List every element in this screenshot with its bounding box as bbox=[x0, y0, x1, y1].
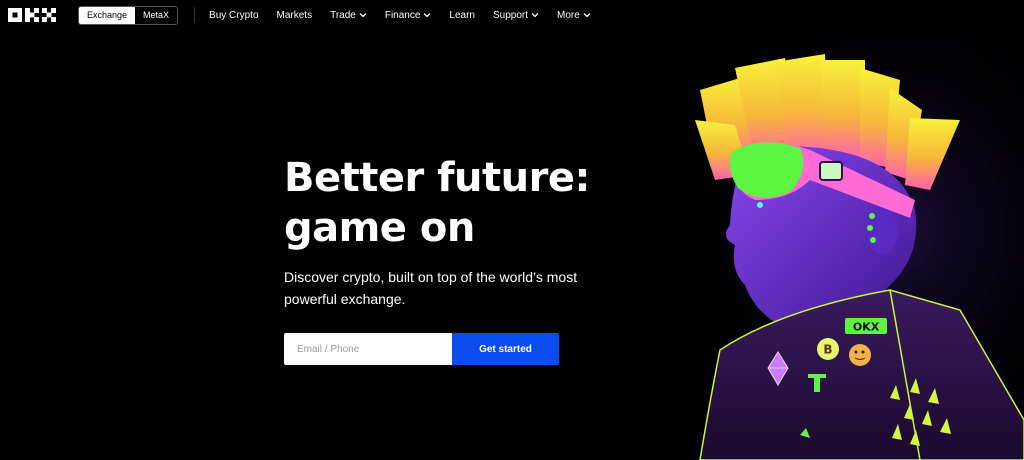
signup-form: Get started bbox=[284, 333, 559, 365]
exchange-tab[interactable]: Exchange bbox=[79, 6, 136, 24]
nav-item-label: Support bbox=[493, 9, 529, 21]
top-nav: Exchange MetaX Buy Crypto Markets Trade … bbox=[0, 0, 1024, 30]
nav-item-label: More bbox=[557, 9, 580, 21]
hero-title-line1: Better future: bbox=[284, 155, 590, 201]
hero-title-line2: game on bbox=[284, 205, 475, 251]
chevron-down-icon bbox=[583, 13, 591, 18]
okx-logo[interactable] bbox=[8, 8, 60, 22]
nav-item-support[interactable]: Support bbox=[493, 10, 539, 21]
nav-item-finance[interactable]: Finance bbox=[385, 10, 432, 21]
nav-divider bbox=[194, 7, 196, 23]
nav-item-buy-crypto[interactable]: Buy Crypto bbox=[209, 10, 258, 21]
nav-item-label: Markets bbox=[276, 9, 313, 21]
chevron-down-icon bbox=[531, 13, 539, 18]
okx-landing-page: Exchange MetaX Buy Crypto Markets Trade … bbox=[0, 0, 1024, 460]
nav-item-label: Trade bbox=[330, 9, 356, 21]
chevron-down-icon bbox=[359, 13, 367, 18]
okx-badge: OKX bbox=[845, 318, 887, 334]
nav-item-learn[interactable]: Learn bbox=[449, 10, 475, 21]
okx-logo-icon bbox=[8, 8, 56, 22]
nav-item-label: Learn bbox=[449, 9, 475, 21]
bitcoin-pin-icon: B bbox=[817, 338, 839, 360]
nav-item-label: Buy Crypto bbox=[209, 9, 259, 21]
product-switcher: Exchange MetaX bbox=[78, 5, 179, 25]
svg-text:OKX: OKX bbox=[853, 321, 880, 334]
get-started-button[interactable]: Get started bbox=[452, 333, 559, 365]
hero-title: Better future: game on bbox=[284, 153, 614, 253]
hero-subtitle: Discover crypto, built on top of the wor… bbox=[284, 269, 578, 307]
metax-tab[interactable]: MetaX bbox=[135, 6, 178, 24]
chevron-down-icon bbox=[423, 13, 431, 18]
nav-item-label: Finance bbox=[384, 9, 421, 21]
nav-item-trade[interactable]: Trade bbox=[330, 10, 367, 21]
main-menu: Buy Crypto Markets Trade Finance Learn S… bbox=[209, 10, 609, 21]
email-phone-input[interactable] bbox=[284, 333, 452, 365]
nav-item-more[interactable]: More bbox=[557, 10, 591, 21]
nav-item-markets[interactable]: Markets bbox=[277, 10, 313, 21]
svg-text:B: B bbox=[823, 343, 832, 357]
doge-pin-icon bbox=[849, 344, 871, 366]
hero-illustration: OKX B bbox=[660, 40, 1024, 460]
